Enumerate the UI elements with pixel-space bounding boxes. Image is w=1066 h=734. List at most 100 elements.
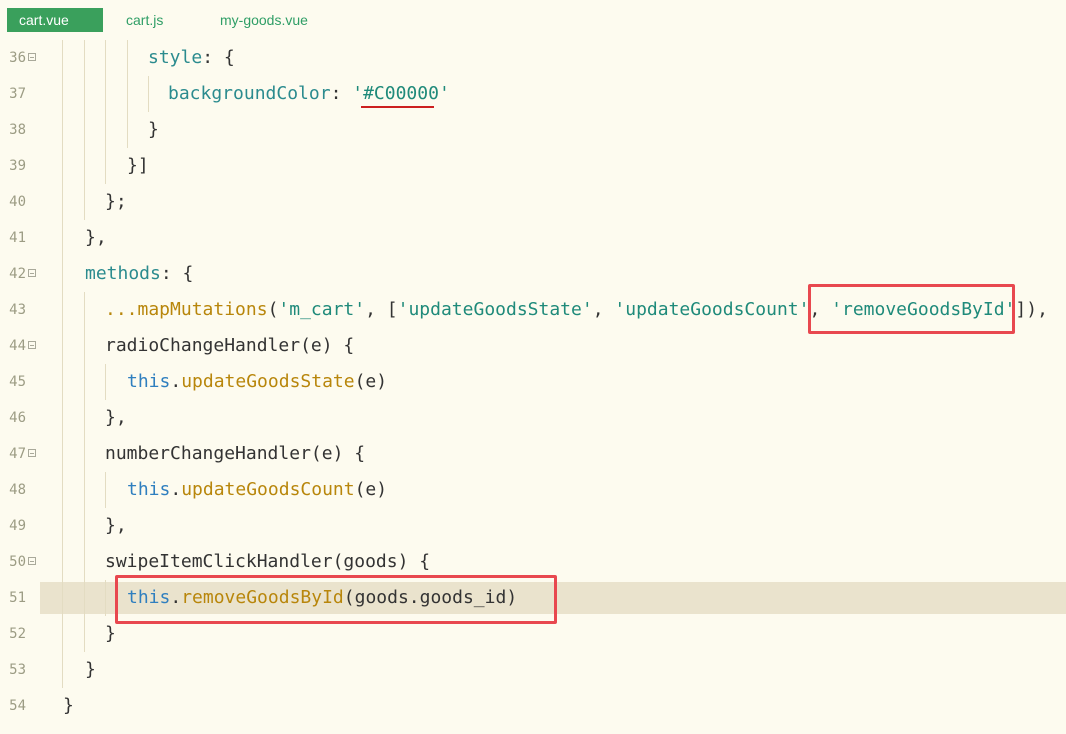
code-text: style: { [148, 40, 235, 76]
line-number: 51 [9, 590, 26, 606]
code-line-53[interactable]: 53} [0, 652, 1066, 688]
error-underline [361, 106, 434, 108]
code-token: }, [85, 227, 107, 248]
code-line-39[interactable]: 39}] [0, 148, 1066, 184]
line-number: 46 [9, 410, 26, 426]
annotation-box-removeGoodsById-call [115, 575, 557, 624]
line-number: 49 [9, 518, 26, 534]
code-token: '#C00000' [352, 83, 450, 104]
code-line-46[interactable]: 46}, [0, 400, 1066, 436]
code-token: 'm_cart' [278, 299, 366, 320]
code-token: . [170, 479, 182, 500]
code-line-54[interactable]: 54} [0, 688, 1066, 724]
indent-guide [84, 40, 85, 220]
code-text: }; [105, 184, 127, 220]
code-token: this [127, 371, 171, 392]
indent-guide [105, 580, 106, 616]
code-token: : [330, 83, 353, 104]
code-line-48[interactable]: 48 this.updateGoodsCount(e) [0, 472, 1066, 508]
fold-toggle-icon[interactable] [28, 341, 36, 349]
code-line-41[interactable]: 41}, [0, 220, 1066, 256]
code-editor[interactable]: 36 style: {37 backgroundColor: '#C00000' 38… [0, 40, 1066, 734]
annotation-box-removeGoodsById-mapping [808, 284, 1015, 334]
code-text: } [85, 652, 96, 688]
code-token: ]), [1015, 299, 1048, 320]
code-text: this.updateGoodsState(e) [127, 364, 387, 400]
tab-my-goods-vue[interactable]: my-goods.vue [208, 8, 320, 32]
editor-tab-bar: cart.vue cart.js my-goods.vue [0, 0, 1066, 38]
line-number: 47 [9, 446, 26, 462]
line-number: 40 [9, 194, 26, 210]
line-number: 50 [9, 554, 26, 570]
code-token: , [592, 299, 615, 320]
code-text: }, [105, 400, 127, 436]
code-line-37[interactable]: 37 backgroundColor: '#C00000' [0, 76, 1066, 112]
code-token: } [105, 623, 116, 644]
code-token: } [63, 695, 74, 716]
line-number: 41 [9, 230, 26, 246]
code-line-45[interactable]: 45 this.updateGoodsState(e) [0, 364, 1066, 400]
indent-guide [148, 76, 149, 112]
code-text: numberChangeHandler(e) { [105, 436, 365, 472]
code-token: this [127, 479, 171, 500]
code-token: (e) [354, 371, 388, 392]
line-number: 45 [9, 374, 26, 390]
code-token: updateGoodsCount [181, 479, 355, 500]
line-number: 44 [9, 338, 26, 354]
code-token: }, [105, 407, 127, 428]
code-line-47[interactable]: 47 numberChangeHandler(e) { [0, 436, 1066, 472]
code-token: (e) [354, 479, 388, 500]
tab-cart-js[interactable]: cart.js [114, 8, 175, 32]
line-number: 53 [9, 662, 26, 678]
code-token: } [148, 119, 159, 140]
code-token: } [85, 659, 96, 680]
code-token: }] [127, 155, 149, 176]
line-number: 38 [9, 122, 26, 138]
fold-toggle-icon[interactable] [28, 449, 36, 457]
code-token: ( [267, 299, 279, 320]
indent-guide [84, 292, 85, 652]
code-line-38[interactable]: 38} [0, 112, 1066, 148]
line-number: 54 [9, 698, 26, 714]
fold-toggle-icon[interactable] [28, 557, 36, 565]
indent-guide [127, 40, 128, 148]
code-text: this.updateGoodsCount(e) [127, 472, 387, 508]
code-token: 'updateGoodsState' [397, 299, 593, 320]
code-token: 'updateGoodsCount' [614, 299, 810, 320]
line-number: 37 [9, 86, 26, 102]
indent-guide [105, 40, 106, 184]
indent-guide [105, 472, 106, 508]
line-number: 39 [9, 158, 26, 174]
code-text: }] [127, 148, 149, 184]
code-line-40[interactable]: 40}; [0, 184, 1066, 220]
code-token: . [170, 371, 182, 392]
line-number: 36 [9, 50, 26, 66]
tab-cart-vue[interactable]: cart.vue [7, 8, 103, 32]
line-number: 52 [9, 626, 26, 642]
code-line-36[interactable]: 36 style: { [0, 40, 1066, 76]
fold-toggle-icon[interactable] [28, 269, 36, 277]
code-token: numberChangeHandler(e) { [105, 443, 366, 464]
code-token: updateGoodsState [181, 371, 355, 392]
code-token: : { [202, 47, 235, 68]
code-line-49[interactable]: 49}, [0, 508, 1066, 544]
code-text: methods: { [85, 256, 193, 292]
code-token: : { [160, 263, 194, 284]
code-text: } [148, 112, 159, 148]
code-text: }, [85, 220, 107, 256]
code-token: ...mapMutations [105, 299, 268, 320]
indent-guide [105, 364, 106, 400]
code-token: methods [85, 263, 161, 284]
line-number: 48 [9, 482, 26, 498]
code-token: }; [105, 191, 127, 212]
code-token: style [148, 47, 203, 68]
code-text: } [63, 688, 74, 724]
fold-toggle-icon[interactable] [28, 53, 36, 61]
code-text: }, [105, 508, 127, 544]
line-number: 42 [9, 266, 26, 282]
code-token: radioChangeHandler(e) { [105, 335, 355, 356]
code-token: }, [105, 515, 127, 536]
indent-guide [62, 40, 63, 688]
code-token: backgroundColor [168, 83, 331, 104]
code-text: radioChangeHandler(e) { [105, 328, 354, 364]
